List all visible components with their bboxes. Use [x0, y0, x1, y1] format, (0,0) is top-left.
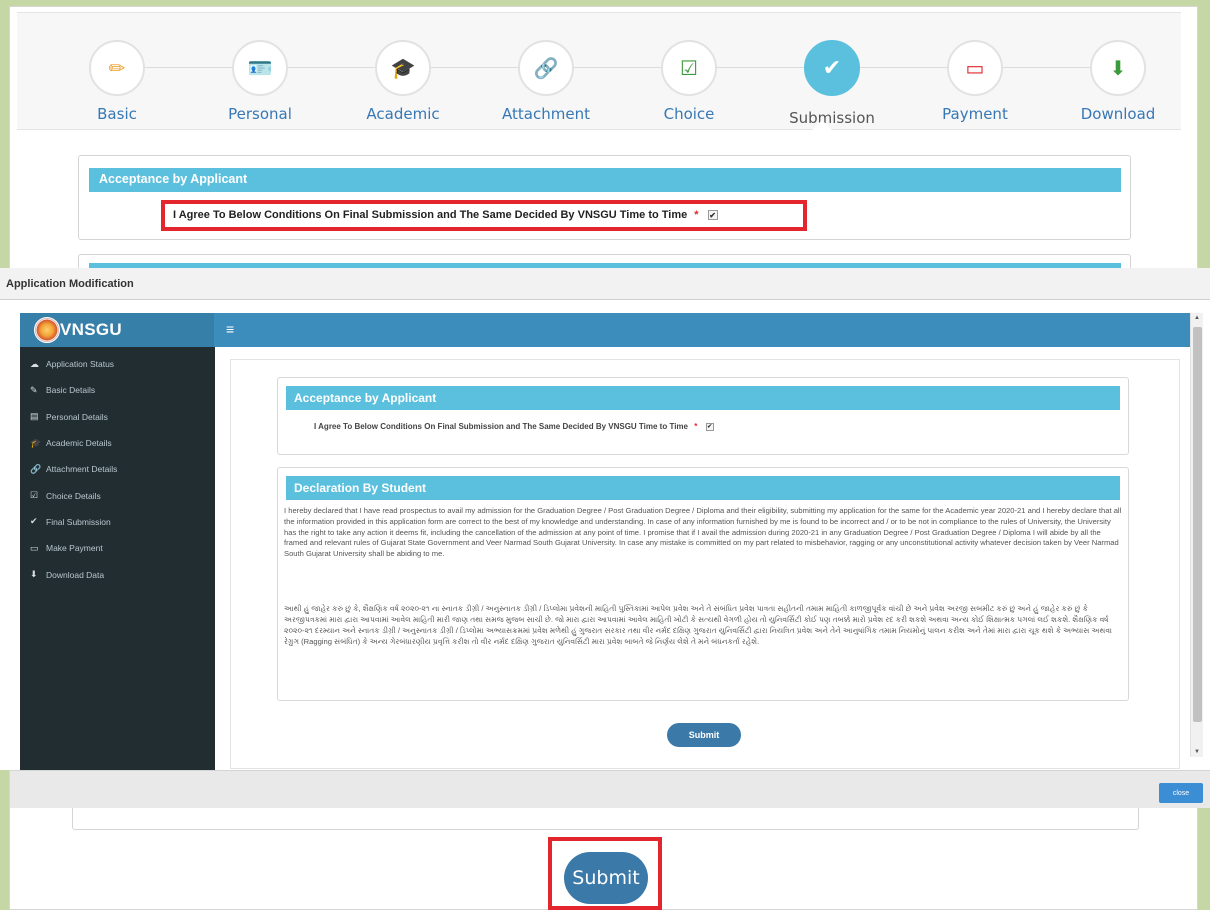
wizard-step-submission[interactable]: ✔ Submission — [772, 40, 892, 127]
sidebar-item-choice-details[interactable]: ☑ Choice Details — [20, 482, 215, 508]
sidebar-item-attachment-details[interactable]: 🔗 Attachment Details — [20, 456, 215, 482]
sidebar-item-label: Make Payment — [46, 543, 103, 554]
modal-acceptance-panel: Acceptance by Applicant I Agree To Below… — [277, 377, 1129, 455]
scroll-down-arrow-icon[interactable]: ▼ — [1194, 749, 1200, 755]
checkbox-icon: ☑ — [661, 40, 717, 96]
scroll-thumb[interactable] — [1193, 327, 1202, 722]
close-button[interactable]: close — [1159, 783, 1203, 803]
wizard-step-choice[interactable]: ☑ Choice — [629, 40, 749, 123]
sidebar-item-label: Application Status — [46, 359, 115, 370]
sidebar-icon: ✎ — [30, 384, 38, 395]
sidebar-item-label: Basic Details — [46, 385, 96, 396]
menu-toggle-icon[interactable]: ≡ — [226, 321, 234, 337]
sidebar-icon: 🔗 — [30, 463, 42, 474]
wizard-step-personal[interactable]: 🪪 Personal — [200, 40, 320, 123]
sidebar-item-basic-details[interactable]: ✎ Basic Details — [20, 377, 215, 403]
sidebar-icon: ⬇ — [30, 569, 38, 580]
credit-card-icon: ▭ — [947, 40, 1003, 96]
modal-required-mark: * — [694, 422, 698, 431]
brand-name: VNSGU — [60, 320, 122, 339]
wizard-step-label: Attachment — [502, 105, 590, 123]
modal-footer: close — [10, 770, 1210, 808]
agree-text: I Agree To Below Conditions On Final Sub… — [173, 209, 688, 221]
agree-highlight-box: I Agree To Below Conditions On Final Sub… — [161, 200, 807, 231]
acceptance-heading: Acceptance by Applicant — [89, 168, 1121, 192]
sidebar-item-academic-details[interactable]: 🎓 Academic Details — [20, 430, 215, 456]
wizard-step-label: Academic — [366, 105, 440, 123]
sidebar-item-label: Personal Details — [46, 411, 108, 422]
wizard-step-label: Basic — [97, 105, 137, 123]
modal-agree-text: I Agree To Below Conditions On Final Sub… — [314, 422, 688, 431]
link-icon: 🔗 — [518, 40, 574, 96]
wizard-step-label: Personal — [228, 105, 292, 123]
sidebar-menu: ☁ Application Status ✎ Basic Details ▤ Person… — [20, 347, 215, 770]
wizard-step-label: Download — [1080, 105, 1156, 123]
sidebar-icon: ✔ — [30, 516, 38, 527]
wizard-step-label: Payment — [942, 105, 1008, 123]
wizard-step-label: Submission — [789, 109, 875, 127]
wizard-step-academic[interactable]: 🎓 Academic — [343, 40, 463, 123]
wizard-step-basic[interactable]: ✏ Basic — [57, 40, 177, 123]
required-mark: * — [694, 209, 699, 221]
modal-agree-row: I Agree To Below Conditions On Final Sub… — [314, 422, 714, 431]
sidebar-item-label: Final Submission — [46, 516, 111, 527]
declaration-heading: Declaration By Student — [286, 476, 1120, 500]
brand-logo[interactable]: VNSGU — [20, 313, 214, 347]
sidebar-item-personal-details[interactable]: ▤ Personal Details — [20, 404, 215, 430]
sidebar-icon: 🎓 — [30, 437, 42, 448]
sidebar-icon: ☁ — [30, 358, 39, 369]
wizard-step-attachment[interactable]: 🔗 Attachment — [486, 40, 606, 123]
modal-agree-checkbox[interactable]: ✔ — [705, 422, 714, 431]
declaration-english-text: I hereby declared that I have read prosp… — [284, 506, 1122, 559]
wizard-step-download[interactable]: ⬇ Download — [1058, 40, 1178, 123]
sidebar-item-label: Choice Details — [46, 490, 101, 501]
check-icon: ✔ — [804, 40, 860, 96]
wizard-step-payment[interactable]: ▭ Payment — [915, 40, 1035, 123]
sidebar-icon: ▤ — [30, 411, 39, 422]
sidebar-icon: ▭ — [30, 542, 39, 553]
modal-submit-button[interactable]: Submit — [667, 723, 741, 747]
modal-acceptance-heading: Acceptance by Applicant — [286, 386, 1120, 410]
scroll-up-arrow-icon[interactable]: ▲ — [1194, 315, 1200, 321]
sidebar-item-make-payment[interactable]: ▭ Make Payment — [20, 535, 215, 561]
declaration-gujarati-text: આથી હું જાહેર કરું છું કે, શૈક્ષણિક વર્ષ… — [284, 604, 1112, 646]
sidebar-item-download-data[interactable]: ⬇ Download Data — [20, 561, 215, 587]
graduation-cap-icon: 🎓 — [375, 40, 431, 96]
acceptance-panel: Acceptance by Applicant I Agree To Below… — [78, 155, 1131, 240]
sidebar-item-final-submission[interactable]: ✔ Final Submission — [20, 509, 215, 535]
pencil-icon: ✏ — [89, 40, 145, 96]
sidebar-item-application-status[interactable]: ☁ Application Status — [20, 351, 215, 377]
active-step-pointer — [812, 120, 832, 130]
app-header: VNSGU ≡ — [20, 313, 1190, 347]
application-modification-modal: Application Modification VNSGU ≡ ☁ Applic… — [0, 268, 1210, 808]
modal-body: VNSGU ≡ ☁ Application Status ✎ Basic Detail… — [0, 300, 1210, 770]
modal-title: Application Modification — [0, 268, 1210, 300]
sidebar-icon: ☑ — [30, 490, 39, 501]
vertical-scrollbar[interactable]: ▲ ▼ — [1190, 313, 1203, 757]
sidebar-item-label: Attachment Details — [46, 464, 118, 475]
agree-checkbox[interactable]: ✔ — [707, 210, 718, 221]
declaration-panel: Declaration By Student I hereby declared… — [277, 467, 1129, 701]
main-content: Acceptance by Applicant I Agree To Below… — [230, 359, 1180, 769]
university-emblem-icon — [34, 317, 60, 343]
id-card-icon: 🪪 — [232, 40, 288, 96]
sidebar-item-label: Download Data — [46, 569, 105, 580]
sidebar-item-label: Academic Details — [46, 438, 112, 449]
submit-button[interactable]: Submit — [564, 852, 648, 904]
step-wizard: ✏ Basic 🪪 Personal 🎓 Academic 🔗 Attachment ☑ Choi… — [17, 12, 1181, 130]
download-icon: ⬇ — [1090, 40, 1146, 96]
wizard-step-label: Choice — [663, 105, 715, 123]
